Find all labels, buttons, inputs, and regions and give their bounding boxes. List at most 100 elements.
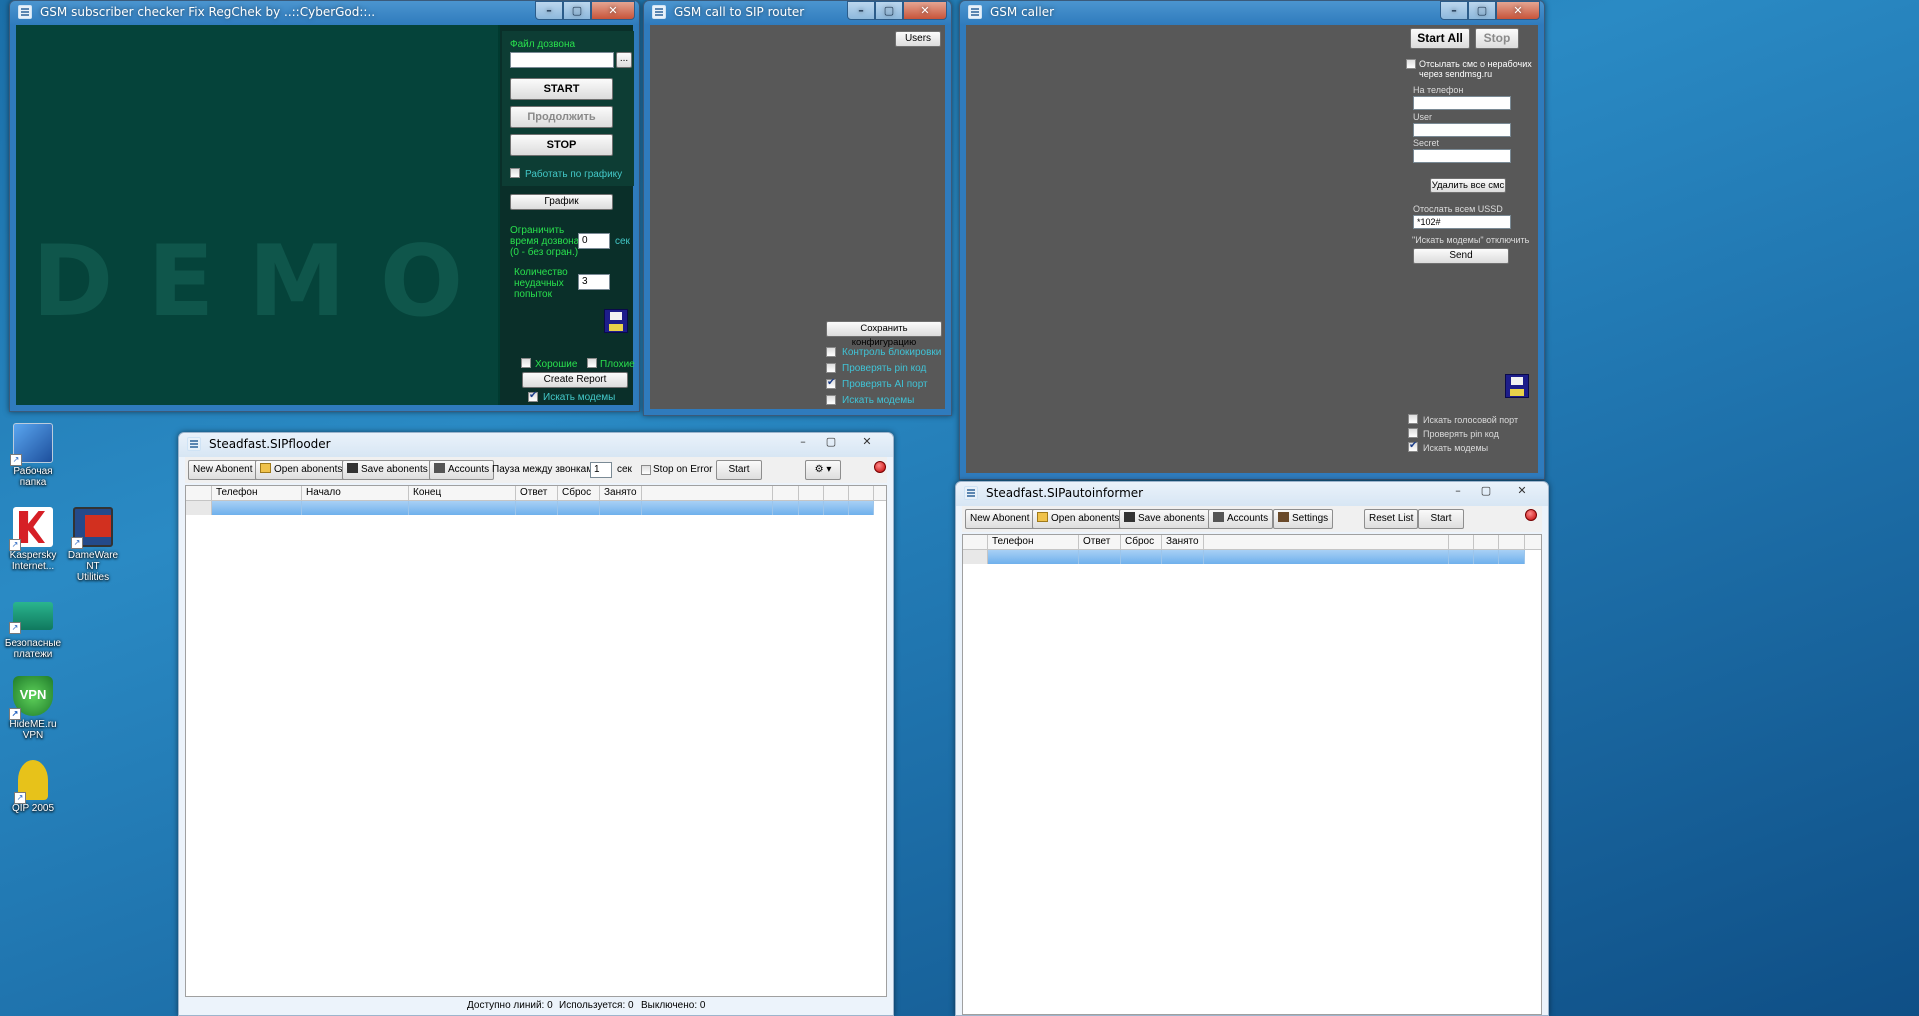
maximize-icon[interactable]: ▢ — [875, 1, 903, 20]
new-abonent-button[interactable]: New Abonent — [965, 509, 1035, 529]
browse-button[interactable]: ... — [616, 52, 632, 68]
col-phone[interactable]: Телефон — [988, 535, 1079, 549]
close-icon[interactable]: ✕ — [845, 433, 889, 452]
cell[interactable] — [516, 501, 558, 515]
save-floppy-icon[interactable] — [1505, 374, 1529, 398]
cell[interactable] — [212, 501, 302, 515]
close-icon[interactable]: ✕ — [1500, 482, 1544, 501]
cell[interactable] — [1474, 550, 1499, 564]
cell[interactable] — [1499, 550, 1525, 564]
router-titlebar[interactable]: GSM call to SIP router – ▢ ✕ — [644, 1, 951, 25]
save-abonents-button[interactable]: Save abonents — [342, 460, 433, 480]
search-modems-checkbox[interactable] — [528, 390, 538, 402]
cell[interactable] — [1121, 550, 1162, 564]
maximize-icon[interactable]: ▢ — [1468, 1, 1496, 20]
desktop-icon-kaspersky[interactable]: ↗ Kaspersky Internet... — [0, 507, 66, 572]
table-row[interactable] — [963, 550, 1541, 564]
cell[interactable] — [799, 501, 824, 515]
checker-window[interactable]: GSM subscriber checker Fix RegChek by ..… — [9, 0, 640, 412]
close-icon[interactable]: ✕ — [903, 1, 947, 20]
limit-input[interactable]: 0 — [578, 233, 610, 249]
col-answer[interactable]: Ответ — [1079, 535, 1121, 549]
flooder-titlebar[interactable]: Steadfast.SIPflooder – ▢ ✕ — [179, 433, 893, 457]
cell[interactable] — [988, 550, 1079, 564]
send-sms-checkbox[interactable] — [1406, 59, 1416, 69]
settings-gear-icon[interactable]: ⚙ ▾ — [805, 460, 841, 480]
maximize-icon[interactable]: ▢ — [1472, 482, 1500, 501]
minimize-icon[interactable]: – — [535, 1, 563, 20]
informer-window[interactable]: Steadfast.SIPautoinformer – ▢ ✕ New Abon… — [955, 481, 1549, 1016]
phone-input[interactable] — [1413, 96, 1511, 110]
pin-check-checkbox[interactable] — [1408, 428, 1418, 438]
good-checkbox[interactable] — [521, 358, 531, 368]
cell[interactable] — [824, 501, 849, 515]
cell[interactable] — [558, 501, 600, 515]
ai-port-checkbox[interactable] — [826, 377, 836, 389]
start-all-button[interactable]: Start All — [1410, 28, 1470, 49]
maximize-icon[interactable]: ▢ — [563, 1, 591, 20]
desktop-icon-vpn[interactable]: VPN ↗ HideME.ru VPN — [0, 676, 66, 741]
caller-window[interactable]: GSM caller – ▢ ✕ Start All Stop Отсылать… — [959, 0, 1545, 480]
col-reset[interactable]: Сброс — [558, 486, 600, 500]
caller-titlebar[interactable]: GSM caller – ▢ ✕ — [960, 1, 1544, 25]
search-modems-checkbox[interactable] — [826, 395, 836, 405]
minimize-icon[interactable]: – — [1440, 1, 1468, 20]
voice-port-checkbox[interactable] — [1408, 414, 1418, 424]
stop-on-error-checkbox[interactable] — [641, 465, 651, 475]
start-button[interactable]: Start — [1418, 509, 1464, 529]
save-config-button[interactable]: Сохранить конфигурацию — [826, 321, 942, 348]
minimize-icon[interactable]: – — [847, 1, 875, 20]
desktop-icon-payments[interactable]: ↗ Безопасные платежи — [0, 598, 66, 660]
block-control-checkbox[interactable] — [826, 347, 836, 357]
cell[interactable] — [849, 501, 874, 515]
continue-button[interactable]: Продолжить — [510, 106, 613, 128]
open-abonents-button[interactable]: Open abonents — [1032, 509, 1125, 529]
maximize-icon[interactable]: ▢ — [817, 433, 845, 452]
start-button[interactable]: START — [510, 78, 613, 100]
close-icon[interactable]: ✕ — [591, 1, 635, 20]
bad-checkbox[interactable] — [587, 358, 597, 368]
users-button[interactable]: Users — [895, 31, 941, 47]
informer-grid[interactable]: Телефон Ответ Сброс Занято — [962, 534, 1542, 1015]
stop-red-icon[interactable] — [874, 461, 886, 473]
new-abonent-button[interactable]: New Abonent — [188, 460, 258, 480]
col-reset[interactable]: Сброс — [1121, 535, 1162, 549]
col-start[interactable]: Начало — [302, 486, 409, 500]
desktop-icon-qip[interactable]: ↗ QIP 2005 — [0, 760, 66, 814]
delete-sms-button[interactable]: Удалить все смс — [1430, 178, 1506, 193]
stop-button[interactable]: STOP — [510, 134, 613, 156]
user-input[interactable] — [1413, 123, 1511, 137]
schedule-button[interactable]: График — [510, 194, 613, 210]
search-modems-checkbox[interactable] — [1408, 440, 1418, 452]
table-row[interactable] — [186, 501, 886, 515]
minimize-icon[interactable]: – — [1444, 482, 1472, 501]
accounts-button[interactable]: Accounts — [429, 460, 495, 480]
stop-red-icon[interactable] — [1525, 509, 1537, 521]
close-icon[interactable]: ✕ — [1496, 1, 1540, 20]
reset-list-button[interactable]: Reset List — [1364, 509, 1419, 529]
ussd-input[interactable]: *102# — [1413, 215, 1511, 229]
desktop-icon-work-folder[interactable]: ↗ Рабочая папка — [0, 423, 66, 488]
cell[interactable] — [1079, 550, 1121, 564]
col-end[interactable]: Конец — [409, 486, 516, 500]
send-button[interactable]: Send — [1413, 248, 1509, 264]
cell[interactable] — [409, 501, 516, 515]
router-window[interactable]: GSM call to SIP router – ▢ ✕ Users Сохра… — [643, 0, 952, 416]
file-input[interactable] — [510, 52, 614, 68]
cell[interactable] — [773, 501, 799, 515]
pin-check-checkbox[interactable] — [826, 363, 836, 373]
save-floppy-icon[interactable] — [604, 309, 628, 333]
cell[interactable] — [1162, 550, 1204, 564]
cell[interactable] — [1449, 550, 1474, 564]
cell[interactable] — [302, 501, 409, 515]
cell[interactable] — [1204, 550, 1449, 564]
col-busy[interactable]: Занято — [1162, 535, 1204, 549]
accounts-button[interactable]: Accounts — [1208, 509, 1274, 529]
start-button[interactable]: Start — [716, 460, 762, 480]
pause-input[interactable]: 1 — [590, 462, 612, 478]
open-abonents-button[interactable]: Open abonents — [255, 460, 348, 480]
attempts-input[interactable]: 3 — [578, 274, 610, 290]
settings-button[interactable]: Settings — [1273, 509, 1334, 529]
col-answer[interactable]: Ответ — [516, 486, 558, 500]
minimize-icon[interactable]: – — [789, 433, 817, 452]
